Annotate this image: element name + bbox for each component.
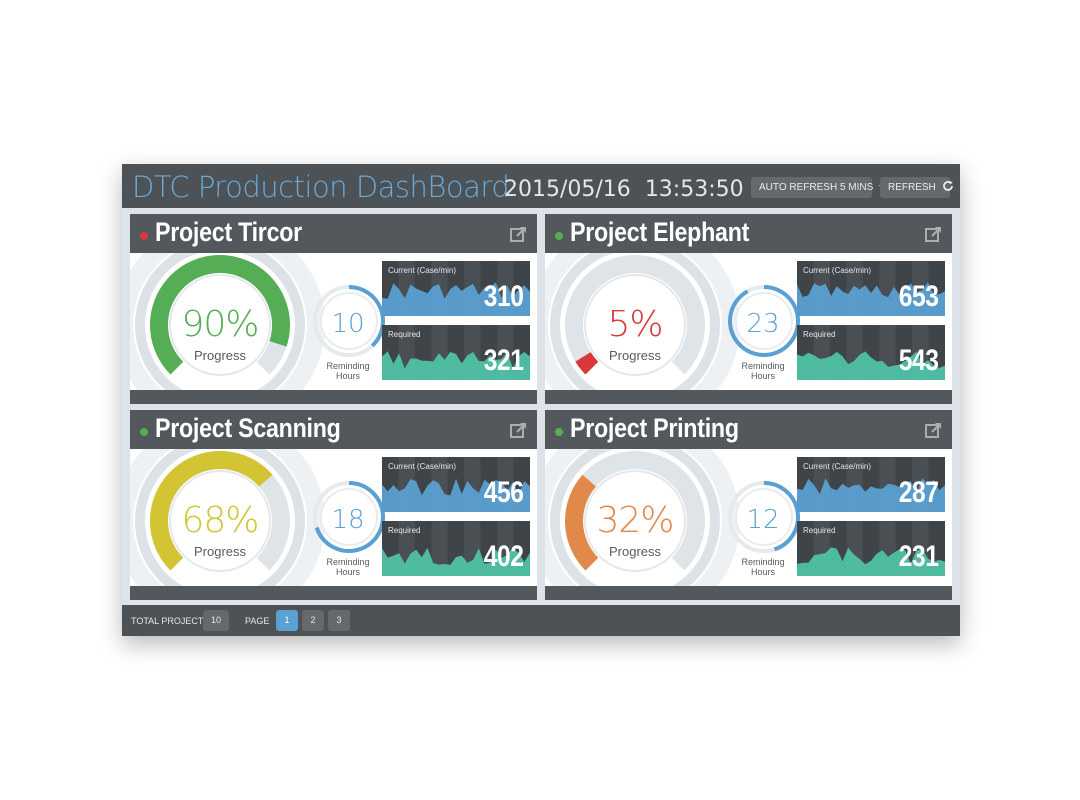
- project-name: Project Elephant: [570, 217, 750, 247]
- current-rate-label: Current (Case/min): [388, 462, 457, 471]
- hours-label: Hours: [750, 567, 775, 577]
- current-datetime: 2015/05/16 13:53:50: [504, 177, 744, 202]
- hours-label: Hours: [750, 371, 775, 381]
- progress-label: Progress: [193, 348, 247, 363]
- reminding-hours-value: 10: [331, 309, 365, 339]
- external-link-icon[interactable]: [510, 422, 527, 439]
- dashboard-title: DTC Production DashBoard: [132, 170, 510, 204]
- required-rate-value: 231: [899, 540, 939, 573]
- required-rate-label: Required: [388, 330, 421, 339]
- panel-header: Project Scanning: [130, 410, 537, 449]
- panel-footer: [545, 586, 952, 600]
- total-project-count: 10: [203, 610, 229, 631]
- auto-refresh-label: AUTO REFRESH 5 MINS: [759, 182, 874, 193]
- total-project-label: TOTAL PROJECT: [131, 616, 204, 626]
- required-rate-value: 402: [484, 540, 524, 573]
- panel-header: Project Elephant: [545, 214, 952, 253]
- current-rate-chart: Current (Case/min) 310: [382, 261, 530, 316]
- project-panel: Project Printing 32% Progress 12 Remindi…: [545, 410, 952, 600]
- reminding-label: Reminding: [741, 361, 785, 371]
- current-time: 13:53:50: [644, 177, 744, 202]
- page-button-2[interactable]: 2: [302, 610, 324, 631]
- current-rate-label: Current (Case/min): [803, 266, 872, 275]
- required-rate-chart: Required 543: [797, 325, 945, 380]
- current-rate-value: 310: [484, 280, 524, 313]
- panel-footer: [545, 390, 952, 404]
- panel-header: Project Tircor: [130, 214, 537, 253]
- required-rate-value: 543: [899, 344, 939, 377]
- page-button-1[interactable]: 1: [276, 610, 298, 631]
- current-rate-value: 287: [899, 476, 939, 509]
- panel-header: Project Printing: [545, 410, 952, 449]
- project-name: Project Tircor: [155, 217, 302, 247]
- status-dot: [555, 232, 563, 240]
- external-link-icon[interactable]: [925, 226, 942, 243]
- progress-percent: 68%: [181, 500, 259, 541]
- reminding-hours-value: 12: [746, 505, 780, 535]
- refresh-icon: [942, 181, 953, 192]
- current-rate-value: 456: [484, 476, 524, 509]
- refresh-label: REFRESH: [888, 182, 936, 193]
- hours-label: Hours: [335, 371, 360, 381]
- status-dot: [140, 428, 148, 436]
- current-rate-label: Current (Case/min): [803, 462, 872, 471]
- auto-refresh-dropdown[interactable]: AUTO REFRESH 5 MINS: [751, 177, 888, 198]
- current-rate-chart: Current (Case/min) 287: [797, 457, 945, 512]
- reminding-hours-label: Reminding Hours: [316, 557, 380, 577]
- status-dot: [140, 232, 148, 240]
- project-panel: Project Scanning 68% Progress 18 Remindi…: [130, 410, 537, 600]
- current-rate-chart: Current (Case/min) 456: [382, 457, 530, 512]
- progress-label: Progress: [193, 544, 247, 559]
- required-rate-chart: Required 231: [797, 521, 945, 576]
- bottom-bar: TOTAL PROJECT 10 PAGE 1 2 3: [122, 605, 960, 636]
- reminding-label: Reminding: [326, 361, 370, 371]
- progress-percent: 5%: [607, 304, 663, 345]
- current-rate-label: Current (Case/min): [388, 266, 457, 275]
- required-rate-chart: Required 402: [382, 521, 530, 576]
- top-bar: DTC Production DashBoard 2015/05/16 13:53…: [122, 164, 960, 208]
- page-button-3[interactable]: 3: [328, 610, 350, 631]
- progress-percent: 32%: [596, 500, 674, 541]
- reminding-hours-label: Reminding Hours: [731, 361, 795, 381]
- current-rate-value: 653: [899, 280, 939, 313]
- progress-label: Progress: [608, 348, 662, 363]
- required-rate-value: 321: [484, 344, 524, 377]
- progress-percent: 90%: [181, 304, 259, 345]
- required-rate-label: Required: [803, 526, 836, 535]
- project-name: Project Scanning: [155, 413, 341, 443]
- panel-footer: [130, 586, 537, 600]
- project-panel: Project Tircor 90% Progress 10 Reminding…: [130, 214, 537, 404]
- status-dot: [555, 428, 563, 436]
- required-rate-label: Required: [388, 526, 421, 535]
- required-rate-chart: Required 321: [382, 325, 530, 380]
- required-rate-label: Required: [803, 330, 836, 339]
- reminding-hours-label: Reminding Hours: [316, 361, 380, 381]
- refresh-button[interactable]: REFRESH: [880, 177, 953, 198]
- reminding-hours-value: 18: [331, 505, 365, 535]
- reminding-hours-label: Reminding Hours: [731, 557, 795, 577]
- reminding-label: Reminding: [741, 557, 785, 567]
- project-panel: Project Elephant 5% Progress 23 Remindin…: [545, 214, 952, 404]
- current-date: 2015/05/16: [504, 177, 631, 202]
- dashboard: DTC Production DashBoard 2015/05/16 13:53…: [122, 164, 960, 636]
- reminding-label: Reminding: [326, 557, 370, 567]
- hours-label: Hours: [335, 567, 360, 577]
- external-link-icon[interactable]: [925, 422, 942, 439]
- reminding-hours-value: 23: [746, 309, 780, 339]
- page-label: PAGE: [245, 616, 270, 626]
- external-link-icon[interactable]: [510, 226, 527, 243]
- progress-label: Progress: [608, 544, 662, 559]
- panel-footer: [130, 390, 537, 404]
- current-rate-chart: Current (Case/min) 653: [797, 261, 945, 316]
- project-name: Project Printing: [570, 413, 739, 443]
